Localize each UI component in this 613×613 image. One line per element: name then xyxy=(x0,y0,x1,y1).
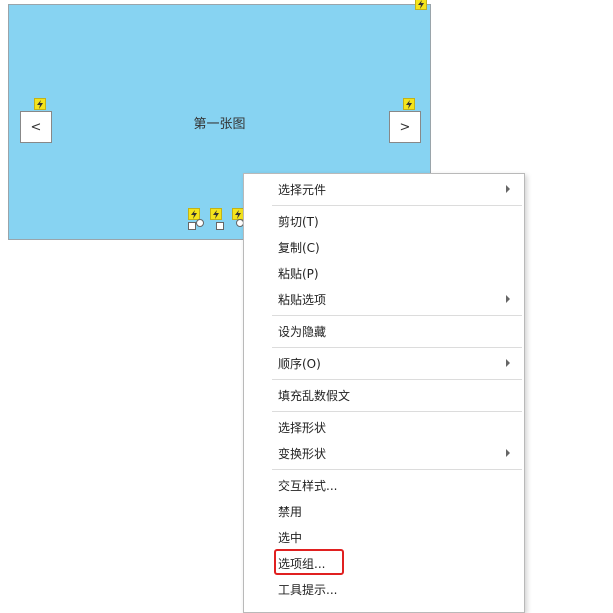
page-indicator-2[interactable] xyxy=(216,222,224,230)
triangle-right-icon xyxy=(506,449,510,457)
triangle-right-icon xyxy=(506,295,510,303)
menu-item-fill-lorem[interactable]: 填充乱数假文 xyxy=(246,382,522,408)
menu-item-label: 变换形状 xyxy=(278,446,327,461)
menu-item-disable[interactable]: 禁用 xyxy=(246,498,522,524)
menu-item-order[interactable]: 顺序(O) xyxy=(246,350,522,376)
menu-item-label: 顺序(O) xyxy=(278,356,321,371)
menu-item-label: 粘贴选项 xyxy=(278,292,327,307)
menu-item-select-shape[interactable]: 选择形状 xyxy=(246,414,522,440)
menu-item-set-hidden[interactable]: 设为隐藏 xyxy=(246,318,522,344)
menu-item-copy[interactable]: 复制(C) xyxy=(246,234,522,260)
menu-item-transform-shape[interactable]: 变换形状 xyxy=(246,440,522,466)
menu-item-label: 设为隐藏 xyxy=(278,324,327,339)
menu-separator xyxy=(272,379,522,380)
menu-item-label: 复制(C) xyxy=(278,240,320,255)
menu-separator xyxy=(272,347,522,348)
menu-item-cut[interactable]: 剪切(T) xyxy=(246,208,522,234)
menu-item-select-component[interactable]: 选择元件 xyxy=(246,176,522,202)
carousel-prev-button[interactable]: < xyxy=(20,111,52,143)
menu-item-label: 工具提示... xyxy=(278,582,338,597)
menu-item-label: 选择元件 xyxy=(278,182,327,197)
lightning-bolt-icon[interactable] xyxy=(34,98,46,110)
menu-item-label: 交互样式... xyxy=(278,478,338,493)
menu-separator xyxy=(272,205,522,206)
menu-item-label: 禁用 xyxy=(278,504,303,519)
triangle-right-icon xyxy=(506,185,510,193)
menu-item-label: 填充乱数假文 xyxy=(278,388,351,403)
menu-separator xyxy=(272,315,522,316)
menu-separator xyxy=(272,411,522,412)
lightning-bolt-icon[interactable] xyxy=(403,98,415,110)
menu-item-label: 粘贴(P) xyxy=(278,266,319,281)
lightning-bolt-icon[interactable] xyxy=(415,0,427,10)
menu-item-selected[interactable]: 选中 xyxy=(246,524,522,550)
highlight-box xyxy=(274,549,344,575)
menu-item-label: 选择形状 xyxy=(278,420,327,435)
menu-item-paste-options[interactable]: 粘贴选项 xyxy=(246,286,522,312)
page-indicator-1-shape xyxy=(196,219,204,227)
menu-separator xyxy=(272,469,522,470)
slide-title: 第一张图 xyxy=(193,117,246,132)
carousel-next-button[interactable]: > xyxy=(389,111,421,143)
page-indicator-1[interactable] xyxy=(188,222,196,230)
menu-item-paste[interactable]: 粘贴(P) xyxy=(246,260,522,286)
context-menu: 选择元件 剪切(T) 复制(C) 粘贴(P) 粘贴选项 设为隐藏 顺序(O) 填… xyxy=(243,173,525,613)
menu-item-label: 剪切(T) xyxy=(278,214,319,229)
menu-item-label: 选中 xyxy=(278,530,303,545)
triangle-right-icon xyxy=(506,359,510,367)
menu-item-tooltip[interactable]: 工具提示... xyxy=(246,576,522,602)
lightning-bolt-icon[interactable] xyxy=(210,208,222,220)
menu-item-interaction-style[interactable]: 交互样式... xyxy=(246,472,522,498)
